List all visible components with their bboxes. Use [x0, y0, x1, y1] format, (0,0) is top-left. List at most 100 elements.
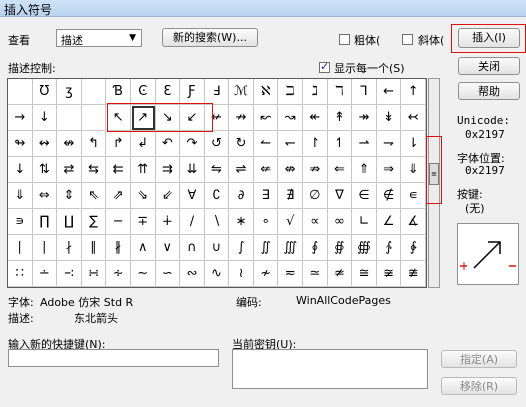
symbol-cell[interactable]: ⇏: [303, 157, 328, 183]
symbol-cell[interactable]: ∐: [57, 209, 82, 235]
symbol-cell[interactable]: ↽: [278, 131, 304, 157]
symbol-cell[interactable]: ⇅: [32, 157, 58, 183]
symbol-cell[interactable]: ∦: [106, 235, 131, 261]
symbol-cell[interactable]: ⇋: [204, 157, 230, 183]
symbol-cell[interactable]: ∿: [204, 261, 230, 287]
symbol-cell[interactable]: ≀: [229, 261, 254, 287]
show-each-checkbox[interactable]: [319, 60, 330, 73]
current-key-list[interactable]: [232, 349, 428, 389]
symbol-cell[interactable]: ∔: [155, 209, 181, 235]
symbol-cell[interactable]: ↮: [57, 131, 82, 157]
symbol-cell[interactable]: ↞: [303, 105, 328, 131]
symbol-cell[interactable]: ↷: [180, 131, 205, 157]
symbol-cell[interactable]: ∽: [155, 261, 181, 287]
symbol-cell[interactable]: ↺: [204, 131, 230, 157]
symbol-cell[interactable]: [81, 105, 107, 131]
symbol-cell[interactable]: ⅂: [352, 79, 377, 105]
symbol-cell[interactable]: ⇓: [8, 183, 33, 209]
symbol-cell[interactable]: ∄: [278, 183, 304, 209]
symbol-cell[interactable]: ≅: [352, 261, 377, 287]
symbol-cell[interactable]: ⇊: [180, 157, 205, 183]
symbol-cell[interactable]: ⇗: [106, 183, 131, 209]
symbol-cell[interactable]: ↛: [229, 105, 254, 131]
symbol-cell[interactable]: ≂: [278, 261, 304, 287]
symbol-cell[interactable]: ∟: [352, 209, 377, 235]
symbol-cell[interactable]: ∯: [327, 235, 353, 261]
assign-button[interactable]: 指定(A): [441, 350, 517, 368]
symbol-cell[interactable]: ⇎: [278, 157, 304, 183]
symbol-cell[interactable]: −: [106, 209, 131, 235]
symbol-cell[interactable]: ↢: [401, 105, 426, 131]
symbol-cell[interactable]: ↻: [229, 131, 254, 157]
symbol-cell[interactable]: ∲: [401, 235, 426, 261]
symbol-cell[interactable]: ⇕: [57, 183, 82, 209]
symbol-cell[interactable]: ⇉: [155, 157, 181, 183]
new-shortcut-input[interactable]: [8, 349, 219, 367]
symbol-cell[interactable]: ∁: [204, 183, 230, 209]
symbol-cell[interactable]: Ʊ: [32, 79, 58, 105]
help-button[interactable]: 帮助: [458, 82, 520, 100]
symbol-cell[interactable]: ⇘: [130, 183, 156, 209]
symbol-cell[interactable]: ⇙: [155, 183, 181, 209]
symbol-cell[interactable]: ∷: [8, 261, 33, 287]
symbol-cell[interactable]: ⇔: [32, 183, 58, 209]
symbol-cell[interactable]: ℵ: [253, 79, 279, 105]
symbol-cell[interactable]: ⇒: [376, 157, 402, 183]
symbol-cell[interactable]: ∩: [180, 235, 205, 261]
close-button[interactable]: 关闭: [458, 57, 520, 75]
symbol-cell[interactable]: ∂: [229, 183, 254, 209]
symbol-cell[interactable]: ∺: [81, 261, 107, 287]
symbol-cell[interactable]: Ɛ: [155, 79, 181, 105]
symbol-cell[interactable]: ↰: [81, 131, 107, 157]
symbol-cell[interactable]: ∓: [130, 209, 156, 235]
symbol-cell[interactable]: ∣: [8, 235, 33, 261]
symbol-cell[interactable]: [81, 79, 107, 105]
symbol-cell[interactable]: Ⅎ: [204, 79, 230, 105]
symbol-cell[interactable]: ∑: [81, 209, 107, 235]
symbol-cell[interactable]: ⇓: [401, 157, 426, 183]
symbol-cell[interactable]: ↠: [352, 105, 377, 131]
symbol-cell[interactable]: ∧: [130, 235, 156, 261]
symbol-cell[interactable]: ∥: [81, 235, 107, 261]
symbol-cell[interactable]: ℷ: [303, 79, 328, 105]
symbol-cell[interactable]: ↑: [401, 79, 426, 105]
symbol-cell[interactable]: √: [278, 209, 304, 235]
symbol-cell[interactable]: ℳ: [229, 79, 254, 105]
symbol-cell[interactable]: ←: [376, 79, 402, 105]
symbol-cell[interactable]: ∬: [253, 235, 279, 261]
symbol-cell[interactable]: ↓: [8, 157, 33, 183]
symbol-cell[interactable]: ∠: [376, 209, 402, 235]
symbol-cell[interactable]: ∭: [278, 235, 304, 261]
symbol-cell[interactable]: ↲: [130, 131, 156, 157]
symbol-cell[interactable]: ⇌: [229, 157, 254, 183]
symbol-cell[interactable]: ≇: [401, 261, 426, 287]
symbol-cell[interactable]: ∸: [32, 261, 58, 287]
symbol-cell[interactable]: ⇐: [327, 157, 353, 183]
symbol-cell[interactable]: ↭: [32, 131, 58, 157]
symbol-cell[interactable]: ∀: [180, 183, 205, 209]
symbol-cell[interactable]: ∘: [253, 209, 279, 235]
symbol-cell[interactable]: [57, 105, 82, 131]
remove-button[interactable]: 移除(R): [441, 377, 517, 395]
symbol-cell[interactable]: ≁: [253, 261, 279, 287]
symbol-cell[interactable]: →: [8, 105, 33, 131]
symbol-cell[interactable]: ∤: [57, 235, 82, 261]
symbol-cell[interactable]: ↓: [32, 105, 58, 131]
symbol-cell[interactable]: ∖: [204, 209, 230, 235]
symbol-cell[interactable]: ⇈: [130, 157, 156, 183]
symbol-cell[interactable]: ∉: [376, 183, 402, 209]
symbol-cell[interactable]: ⇇: [106, 157, 131, 183]
symbol-cell[interactable]: ⇁: [376, 131, 402, 157]
symbol-cell[interactable]: ʒ: [57, 79, 82, 105]
symbol-cell[interactable]: ℸ: [327, 79, 353, 105]
bold-checkbox[interactable]: [339, 34, 350, 45]
symbol-grid[interactable]: Ʊʒ Ɓ Ͼ Ɛ Ƒ Ⅎ ℳ ℵ ℶ ℷ ℸ ⅂ ← ↑ → ↓ ↖ ↗ ↘ ↙ ↚ ↛ ↜ ↝ ↞ ↟ ↠ ↡ ↢ ↬ ↭ ↮ ↰ ↱ ↲ ↶ ↷ ↺ ↻…: [7, 78, 427, 288]
symbol-cell[interactable]: ↿: [327, 131, 353, 157]
symbol-cell[interactable]: ∨: [155, 235, 181, 261]
symbol-cell[interactable]: ≆: [376, 261, 402, 287]
symbol-cell[interactable]: ∈: [352, 183, 377, 209]
symbol-cell[interactable]: ∊: [401, 183, 426, 209]
symbol-cell[interactable]: ≃: [303, 261, 328, 287]
symbol-cell[interactable]: ∱: [376, 235, 402, 261]
new-search-button[interactable]: 新的搜索(W)...: [162, 28, 258, 47]
